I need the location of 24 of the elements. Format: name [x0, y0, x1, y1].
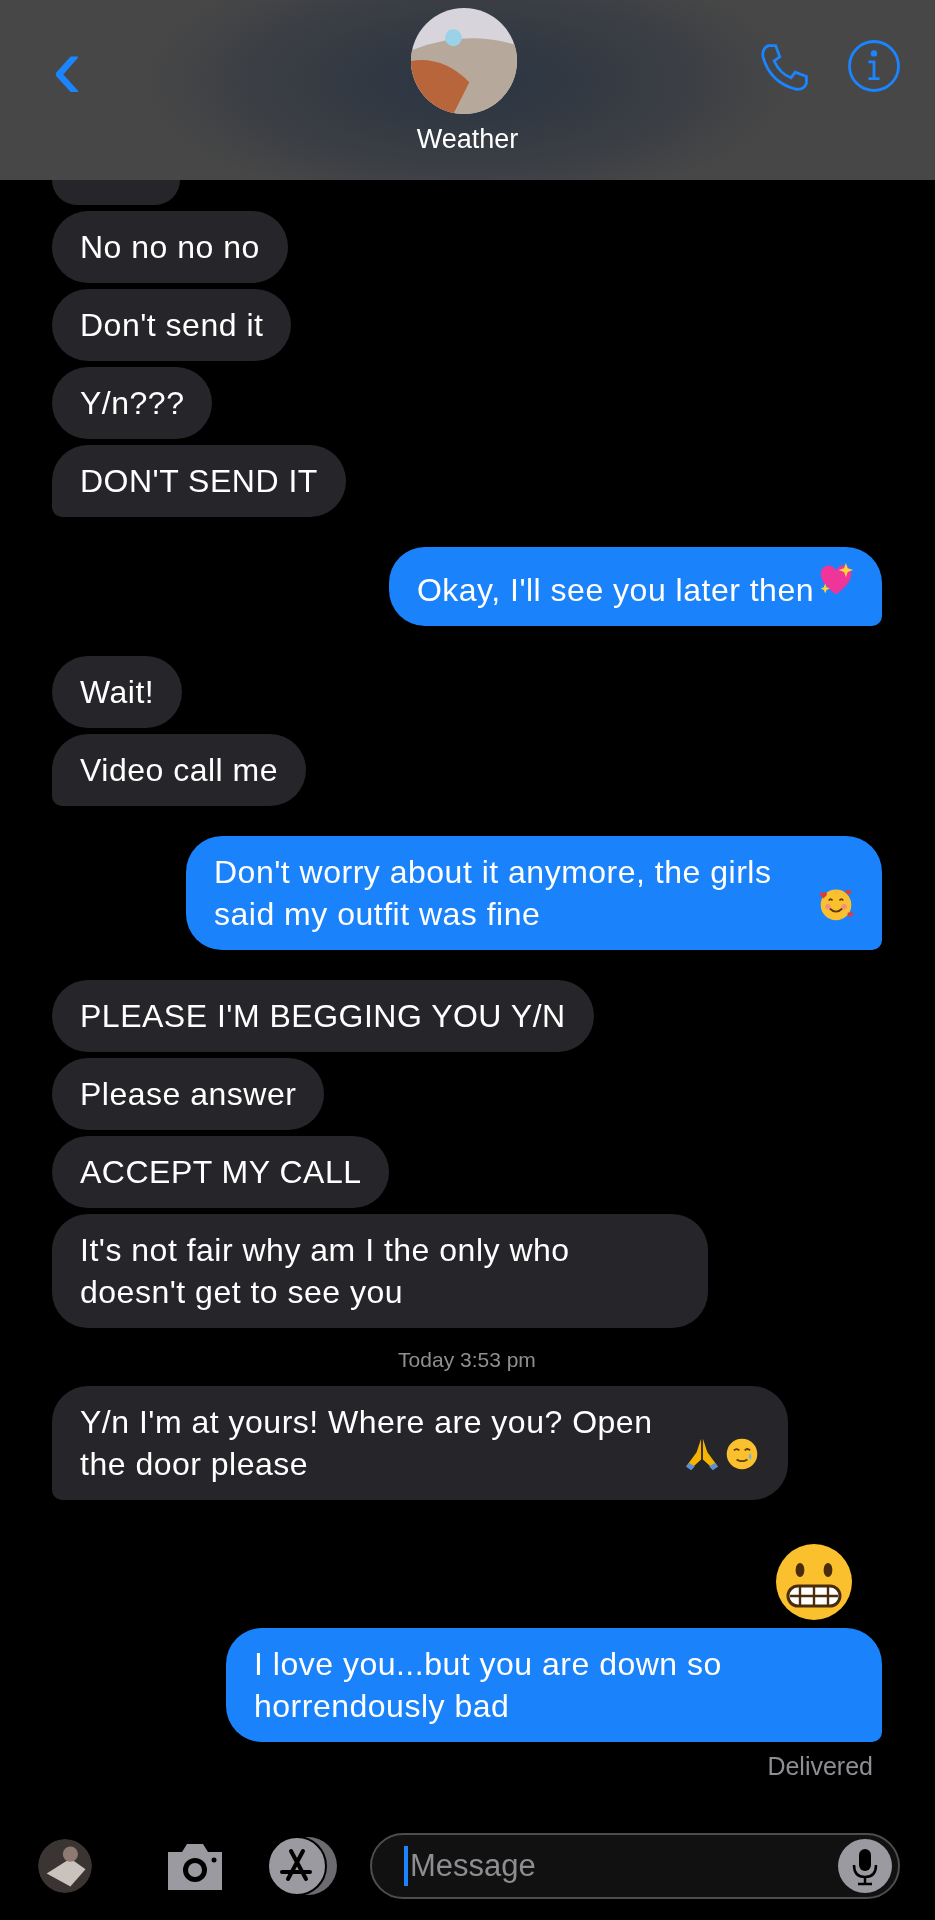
message-text: PLEASE I'M BEGGING YOU Y/N — [80, 997, 566, 1036]
avatar[interactable] — [38, 1839, 92, 1893]
message-text: It's not fair why am I the only who doesn't get to see you — [80, 1231, 571, 1312]
message-text: Wait! — [80, 673, 155, 712]
message-text: Okay, I'll see you later then — [416, 571, 814, 610]
message-text: Y/n I'm at yours! Where are you? Open the door please — [80, 1403, 654, 1484]
timestamp: Today 3:53 pm — [398, 1348, 536, 1372]
message-text: Don't worry about it anymore, the girls said my outfit was fine — [214, 853, 773, 934]
message-text: DON'T SEND IT — [80, 462, 318, 501]
grimacing-face-icon — [774, 1542, 854, 1622]
message-field[interactable]: Message — [370, 1833, 900, 1899]
delivery-status: Delivered — [767, 1752, 873, 1781]
message-text: Please answer — [80, 1075, 297, 1114]
message-text: I love you...but you are down so horrendously bad — [254, 1645, 723, 1726]
message-text: Y/n??? — [80, 384, 185, 423]
message-text: Video call me — [80, 751, 278, 790]
microphone-icon[interactable] — [838, 1839, 892, 1893]
info-icon[interactable] — [846, 38, 902, 94]
contact-name[interactable]: Weather — [0, 124, 935, 155]
message-input[interactable]: Message — [408, 1848, 838, 1884]
smiling-face-with-tear-icon — [724, 1436, 760, 1472]
message-text: No no no no — [80, 228, 260, 267]
message-text: ACCEPT MY CALL — [80, 1153, 362, 1192]
message-text: Don't send it — [80, 306, 264, 345]
